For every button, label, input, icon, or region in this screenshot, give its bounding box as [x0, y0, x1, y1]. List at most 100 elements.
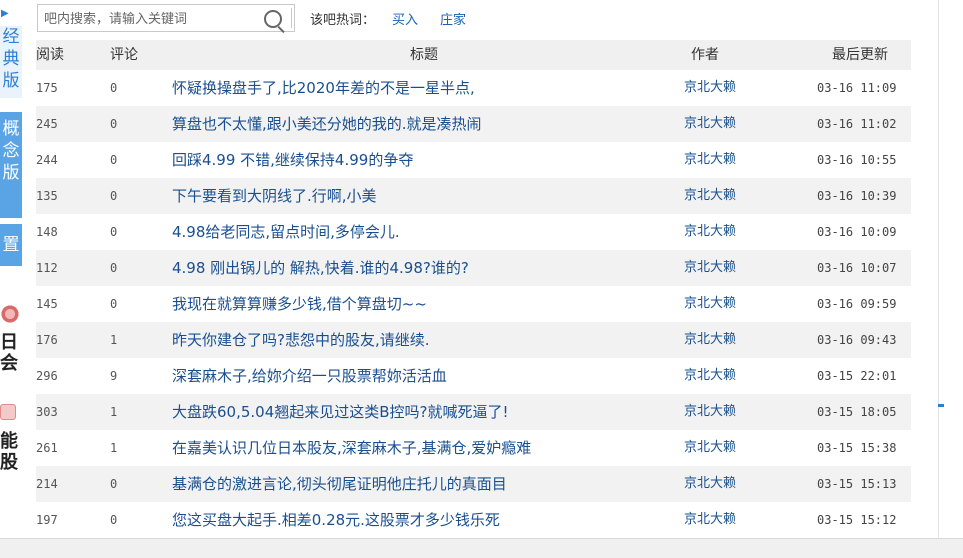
promo-char: 能 — [0, 431, 18, 452]
author-link[interactable]: 京北大赖 — [684, 358, 736, 394]
author-link[interactable]: 京北大赖 — [684, 70, 736, 106]
comment-count: 9 — [110, 369, 118, 383]
table-row: 303 1 大盘跌60,5.04翘起来见过这类B控吗?就喊死逼了! 京北大赖 03-15… — [36, 394, 911, 430]
settings-tab-label: 置 — [2, 235, 20, 255]
table-row: 214 0 基满仓的激进言论,彻头彻尾证明他庄托儿的真面目 京北大赖 03-15 15:… — [36, 466, 911, 502]
author-link[interactable]: 京北大赖 — [684, 286, 736, 322]
left-sidebar: ▶ 经 典 版 概 念 版 置 日 会 能 股 — [0, 0, 24, 557]
read-count: 214 — [36, 477, 58, 491]
right-panel-edge — [938, 0, 963, 540]
table-row: 197 0 您这买盘大起手.相差0.28元.这股票才多少钱乐死 京北大赖 03-15 1… — [36, 502, 911, 538]
author-link[interactable]: 京北大赖 — [684, 466, 736, 502]
promo-char: 会 — [0, 353, 18, 374]
comment-count: 0 — [110, 297, 118, 311]
comment-count: 1 — [110, 405, 118, 419]
read-count: 148 — [36, 225, 58, 239]
post-title-link[interactable]: 昨天你建仓了吗?悲怨中的股友,请继续. — [172, 322, 430, 358]
promo-char: 股 — [0, 452, 18, 473]
comment-count: 0 — [110, 153, 118, 167]
post-title-link[interactable]: 基满仓的激进言论,彻头彻尾证明他庄托儿的真面目 — [172, 466, 507, 502]
promo-square-icon[interactable] — [0, 404, 16, 420]
header-last-updated[interactable]: 最后更新 — [832, 40, 888, 70]
concept-tab-char: 概 — [2, 119, 20, 139]
read-count: 303 — [36, 405, 58, 419]
author-link[interactable]: 京北大赖 — [684, 430, 736, 466]
classic-version-tab[interactable]: 经 典 版 — [0, 26, 22, 98]
promo-char: 日 — [0, 332, 18, 353]
last-updated-time: 03-16 11:09 — [817, 81, 897, 95]
read-count: 244 — [36, 153, 58, 167]
read-count: 197 — [36, 513, 58, 527]
header-comment-count[interactable]: 评论 — [110, 40, 138, 70]
author-link[interactable]: 京北大赖 — [684, 250, 736, 286]
last-updated-time: 03-15 22:01 — [817, 369, 897, 383]
author-link[interactable]: 京北大赖 — [684, 142, 736, 178]
table-row: 135 0 下午要看到大阴线了.行啊,小美 京北大赖 03-16 10:39 — [36, 178, 911, 214]
post-title-link[interactable]: 在嘉美认识几位日本股友,深套麻木子,基满仓,爱妒瘾难 — [172, 430, 531, 466]
table-row: 261 1 在嘉美认识几位日本股友,深套麻木子,基满仓,爱妒瘾难 京北大赖 03-15 … — [36, 430, 911, 466]
concept-tab-char: 念 — [2, 141, 20, 161]
post-title-link[interactable]: 大盘跌60,5.04翘起来见过这类B控吗?就喊死逼了! — [172, 394, 509, 430]
post-title-link[interactable]: 4.98 刚出锅儿的 解热,快着.谁的4.98?谁的? — [172, 250, 469, 286]
table-row: 296 9 深套麻木子,给妳介绍一只股票帮妳活活血 京北大赖 03-15 22:01 — [36, 358, 911, 394]
comment-count: 0 — [110, 477, 118, 491]
post-title-link[interactable]: 下午要看到大阴线了.行啊,小美 — [172, 178, 377, 214]
header-read-count[interactable]: 阅读 — [36, 40, 64, 70]
last-updated-time: 03-16 10:55 — [817, 153, 897, 167]
author-link[interactable]: 京北大赖 — [684, 106, 736, 142]
last-updated-time: 03-16 09:43 — [817, 333, 897, 347]
post-title-link[interactable]: 怀疑换操盘手了,比2020年差的不是一星半点, — [172, 70, 475, 106]
hot-keyword-link[interactable]: 庄家 — [440, 9, 466, 28]
table-row: 245 0 算盘也不太懂,跟小美还分她的我的.就是凑热闹 京北大赖 03-16 11:0… — [36, 106, 911, 142]
promo-badge-icon[interactable] — [0, 304, 20, 324]
read-count: 145 — [36, 297, 58, 311]
table-row: 176 1 昨天你建仓了吗?悲怨中的股友,请继续. 京北大赖 03-16 09:43 — [36, 322, 911, 358]
concept-version-tab[interactable]: 概 念 版 — [0, 112, 22, 218]
author-link[interactable]: 京北大赖 — [684, 394, 736, 430]
post-title-link[interactable]: 4.98给老同志,留点时间,多停会儿. — [172, 214, 400, 250]
horizontal-scrollbar[interactable] — [0, 538, 963, 558]
read-count: 176 — [36, 333, 58, 347]
last-updated-time: 03-15 15:12 — [817, 513, 897, 527]
post-title-link[interactable]: 您这买盘大起手.相差0.28元.这股票才多少钱乐死 — [172, 502, 500, 538]
expand-arrow-icon[interactable]: ▶ — [1, 8, 9, 19]
read-count: 245 — [36, 117, 58, 131]
header-author: 作者 — [691, 47, 719, 63]
author-link[interactable]: 京北大赖 — [684, 322, 736, 358]
search-icon[interactable] — [264, 10, 282, 28]
classic-tab-char: 经 — [2, 27, 20, 47]
table-row: 145 0 我现在就算算赚多少钱,借个算盘切~~ 京北大赖 03-16 09:59 — [36, 286, 911, 322]
promo-text-1[interactable]: 日 会 — [0, 332, 18, 374]
last-updated-time: 03-16 10:07 — [817, 261, 897, 275]
post-title-link[interactable]: 深套麻木子,给妳介绍一只股票帮妳活活血 — [172, 358, 447, 394]
read-count: 175 — [36, 81, 58, 95]
read-count: 261 — [36, 441, 58, 455]
promo-text-2[interactable]: 能 股 — [0, 431, 18, 473]
hot-words-label: 该吧热词： — [310, 13, 376, 28]
post-title-link[interactable]: 算盘也不太懂,跟小美还分她的我的.就是凑热闹 — [172, 106, 482, 142]
post-list-table: 阅读 评论 标题 作者 最后更新 175 0 怀疑换操盘手了,比2020年差的不是一… — [36, 40, 911, 538]
post-title-link[interactable]: 回踩4.99 不错,继续保持4.99的争夺 — [172, 142, 413, 178]
comment-count: 0 — [110, 513, 118, 527]
last-updated-time: 03-16 10:09 — [817, 225, 897, 239]
classic-tab-char: 版 — [2, 71, 20, 91]
comment-count: 0 — [110, 261, 118, 275]
forum-search-box — [37, 4, 295, 32]
last-updated-time: 03-16 09:59 — [817, 297, 897, 311]
table-row: 112 0 4.98 刚出锅儿的 解热,快着.谁的4.98?谁的? 京北大赖 03-16… — [36, 250, 911, 286]
last-updated-time: 03-15 15:38 — [817, 441, 897, 455]
comment-count: 1 — [110, 333, 118, 347]
read-count: 296 — [36, 369, 58, 383]
post-title-link[interactable]: 我现在就算算赚多少钱,借个算盘切~~ — [172, 286, 427, 322]
hot-keyword-link[interactable]: 买入 — [392, 9, 418, 28]
comment-count: 0 — [110, 117, 118, 131]
search-input[interactable] — [42, 7, 258, 31]
author-link[interactable]: 京北大赖 — [684, 502, 736, 538]
comment-count: 0 — [110, 225, 118, 239]
author-link[interactable]: 京北大赖 — [684, 214, 736, 250]
read-count: 112 — [36, 261, 58, 275]
comment-count: 0 — [110, 81, 118, 95]
settings-tab[interactable]: 置 — [0, 224, 22, 266]
last-updated-time: 03-16 11:02 — [817, 117, 897, 131]
author-link[interactable]: 京北大赖 — [684, 178, 736, 214]
